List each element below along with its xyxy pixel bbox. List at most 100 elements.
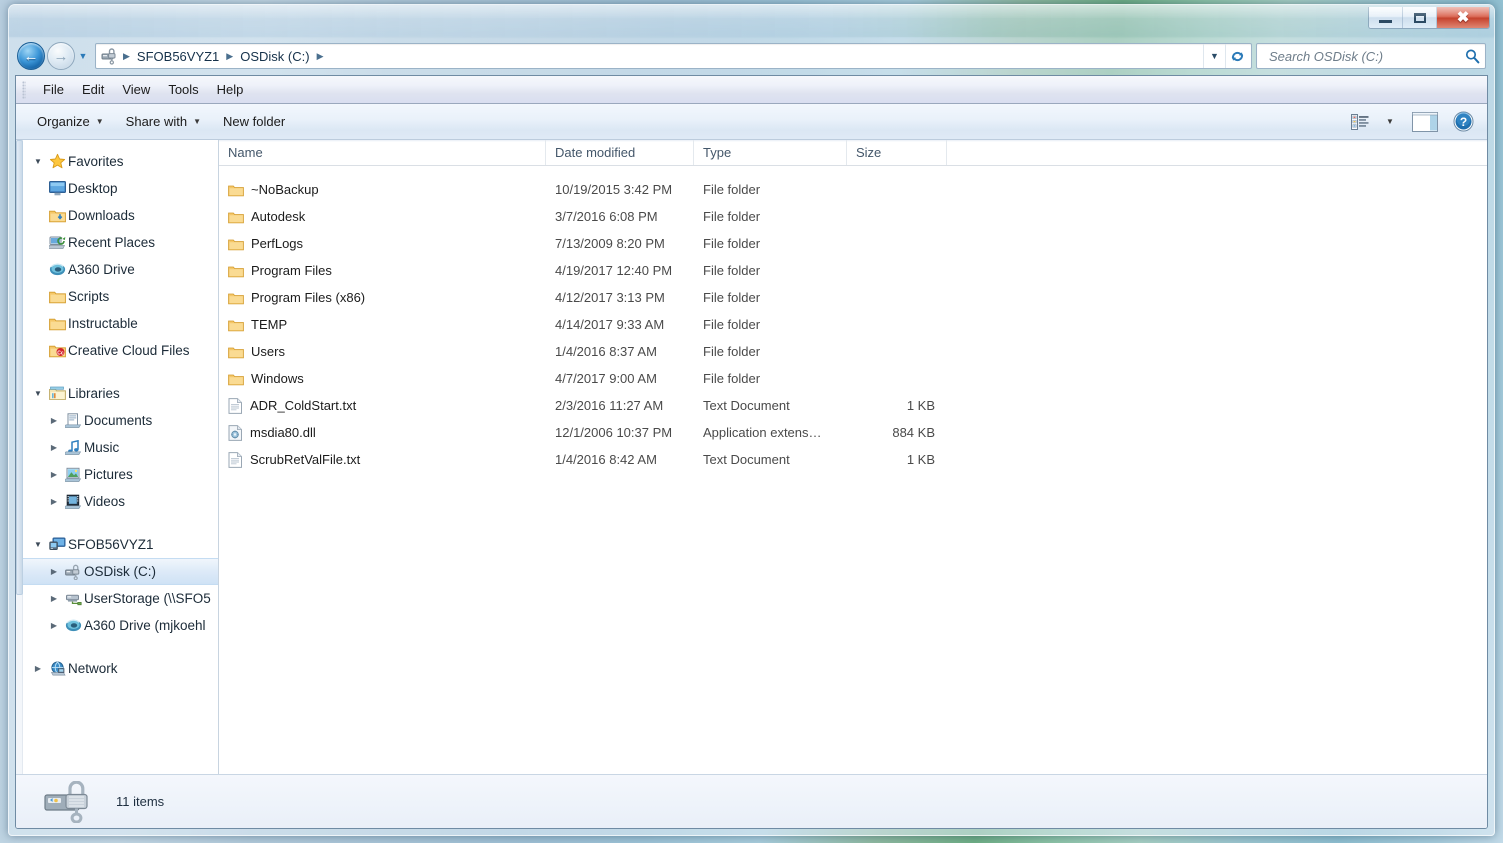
table-row[interactable]: ADR_ColdStart.txt 2/3/2016 11:27 AM Text D… — [219, 392, 1487, 419]
sidebar-item-label: OSDisk (C:) — [84, 564, 156, 579]
expander-icon[interactable]: ▶ — [46, 416, 62, 425]
sidebar-item-music[interactable]: ▶ Music — [16, 434, 218, 461]
sidebar-group-libraries[interactable]: ▼ Libraries — [16, 380, 218, 407]
expander-icon[interactable]: ▶ — [46, 470, 62, 479]
show-preview-pane-button[interactable] — [1405, 109, 1445, 135]
expander-icon[interactable]: ▼ — [30, 389, 46, 398]
table-row[interactable]: Users 1/4/2016 8:37 AM File folder — [219, 338, 1487, 365]
table-row[interactable]: msdia80.dll 12/1/2006 10:37 PM Application… — [219, 419, 1487, 446]
sidebar-item-pictures[interactable]: ▶ Pictures — [16, 461, 218, 488]
file-name-cell[interactable]: Program Files — [219, 263, 546, 278]
sidebar-item-recent-places[interactable]: Recent Places — [16, 229, 218, 256]
expander-icon[interactable]: ▶ — [46, 443, 62, 452]
column-header-size[interactable]: Size — [847, 140, 947, 165]
sidebar-item-label: Scripts — [68, 289, 110, 304]
sidebar-item-osdisk-c[interactable]: ▶ OSDisk (C:) — [16, 558, 218, 585]
breadcrumb-separator[interactable]: ▶ — [120, 51, 133, 62]
recent-pages-button[interactable]: ▼ — [75, 42, 91, 70]
column-headers: Name Date modified Type Size — [219, 140, 1487, 166]
maximize-button[interactable] — [1403, 7, 1437, 28]
date-modified-cell: 4/14/2017 9:33 AM — [555, 317, 665, 332]
sidebar-group-network[interactable]: ▶ Network — [16, 655, 218, 682]
expander-icon[interactable]: ▶ — [46, 497, 62, 506]
column-header-type[interactable]: Type — [694, 140, 847, 165]
file-name-cell[interactable]: TEMP — [219, 317, 546, 332]
menu-view[interactable]: View — [113, 78, 159, 101]
sidebar-item-creative-cloud-files[interactable]: Cc Creative Cloud Files — [16, 337, 218, 364]
sidebar-group-computer[interactable]: ▼ SFOB56VYZ1 — [16, 531, 218, 558]
menu-file[interactable]: File — [34, 78, 73, 101]
sidebar-item-a360-drive[interactable]: A360 Drive — [16, 256, 218, 283]
sidebar-item-label: Instructable — [68, 316, 138, 331]
change-view-button[interactable] — [1345, 109, 1375, 135]
expander-icon[interactable]: ▶ — [46, 594, 62, 603]
sidebar-item-desktop[interactable]: Desktop — [16, 175, 218, 202]
column-header-date-modified[interactable]: Date modified — [546, 140, 694, 165]
table-row[interactable]: Program Files 4/19/2017 12:40 PM File fold… — [219, 257, 1487, 284]
sidebar-item-downloads[interactable]: Downloads — [16, 202, 218, 229]
scrollbar-thumb[interactable] — [16, 140, 23, 595]
close-button[interactable]: ✖ — [1437, 7, 1489, 28]
expander-icon[interactable]: ▶ — [46, 621, 62, 630]
file-name-cell[interactable]: ADR_ColdStart.txt — [219, 397, 546, 414]
menu-help[interactable]: Help — [208, 78, 253, 101]
table-row[interactable]: PerfLogs 7/13/2009 8:20 PM File folder — [219, 230, 1487, 257]
share-with-button[interactable]: Share with ▼ — [115, 108, 212, 135]
sidebar-item-scripts[interactable]: Scripts — [16, 283, 218, 310]
folder-icon — [46, 289, 68, 304]
file-name-cell[interactable]: msdia80.dll — [219, 424, 546, 441]
star-icon — [46, 153, 68, 170]
expander-icon[interactable]: ▶ — [46, 567, 62, 576]
file-name-cell[interactable]: ~NoBackup — [219, 182, 546, 197]
sidebar-item-userstorage[interactable]: ▶ UserStorage (\\SFO5 — [16, 585, 218, 612]
sidebar-item-instructable[interactable]: Instructable — [16, 310, 218, 337]
details-pane: 11 items — [16, 774, 1487, 828]
sidebar-item-videos[interactable]: ▶ Videos — [16, 488, 218, 515]
sidebar-item-a360-drive-user[interactable]: ▶ A360 Drive (mjkoehl — [16, 612, 218, 639]
sidebar-group-favorites[interactable]: ▼ Favorites — [16, 148, 218, 175]
minimize-button[interactable] — [1369, 7, 1403, 28]
size-cell: 1 KB — [906, 452, 935, 467]
search-icon[interactable] — [1464, 48, 1481, 65]
file-name-cell[interactable]: Users — [219, 344, 546, 359]
navigation-pane-scrollbar[interactable] — [16, 140, 23, 774]
breadcrumb-item-computer[interactable]: SFOB56VYZ1 — [133, 47, 223, 66]
breadcrumb: ▶ SFOB56VYZ1 ▶ OSDisk (C:) ▶ — [120, 47, 1203, 66]
table-row[interactable]: ~NoBackup 10/19/2015 3:42 PM File folder — [219, 176, 1487, 203]
organize-button[interactable]: Organize ▼ — [26, 108, 115, 135]
recent-places-icon — [46, 235, 68, 250]
expander-icon[interactable]: ▼ — [30, 157, 46, 166]
network-drive-icon — [62, 591, 84, 606]
new-folder-button[interactable]: New folder — [212, 108, 296, 135]
refresh-button[interactable] — [1225, 44, 1249, 68]
previous-locations-button[interactable]: ▼ — [1203, 44, 1225, 68]
file-name-cell[interactable]: Windows — [219, 371, 546, 386]
file-name-cell[interactable]: Autodesk — [219, 209, 546, 224]
file-name-cell[interactable]: PerfLogs — [219, 236, 546, 251]
sidebar-item-label: Downloads — [68, 208, 135, 223]
view-dropdown-button[interactable]: ▼ — [1375, 109, 1405, 135]
table-row[interactable]: Program Files (x86) 4/12/2017 3:13 PM File… — [219, 284, 1487, 311]
expander-icon[interactable]: ▶ — [30, 664, 46, 673]
file-name-cell[interactable]: Program Files (x86) — [219, 290, 546, 305]
search-box[interactable] — [1256, 43, 1486, 69]
column-header-name[interactable]: Name — [219, 140, 546, 165]
sidebar-item-documents[interactable]: ▶ Documents — [16, 407, 218, 434]
libraries-icon — [46, 386, 68, 401]
file-name-cell[interactable]: ScrubRetValFile.txt — [219, 451, 546, 468]
menu-edit[interactable]: Edit — [73, 78, 113, 101]
breadcrumb-item-osdisk[interactable]: OSDisk (C:) — [236, 47, 313, 66]
help-button[interactable]: ? — [1445, 109, 1481, 135]
forward-button[interactable]: → — [47, 42, 75, 70]
address-bar[interactable]: ▶ SFOB56VYZ1 ▶ OSDisk (C:) ▶ ▼ — [95, 43, 1252, 69]
expander-icon[interactable]: ▼ — [30, 540, 46, 549]
breadcrumb-separator[interactable]: ▶ — [314, 51, 327, 62]
table-row[interactable]: TEMP 4/14/2017 9:33 AM File folder — [219, 311, 1487, 338]
search-input[interactable] — [1267, 47, 1464, 65]
menu-tools[interactable]: Tools — [159, 78, 207, 101]
breadcrumb-separator[interactable]: ▶ — [223, 51, 236, 62]
back-button[interactable]: ← — [17, 42, 45, 70]
table-row[interactable]: Windows 4/7/2017 9:00 AM File folder — [219, 365, 1487, 392]
table-row[interactable]: ScrubRetValFile.txt 1/4/2016 8:42 AM Text … — [219, 446, 1487, 473]
table-row[interactable]: Autodesk 3/7/2016 6:08 PM File folder — [219, 203, 1487, 230]
